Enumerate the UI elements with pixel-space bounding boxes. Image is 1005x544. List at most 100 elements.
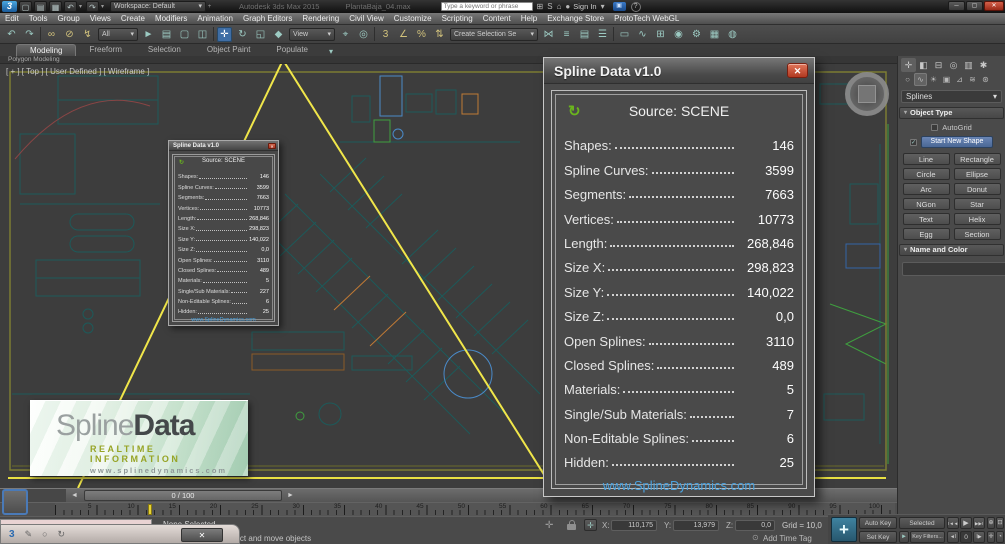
object-type-button[interactable]: Section [954,228,1001,240]
menu-item[interactable]: Views [85,14,116,23]
modify-tab-icon[interactable]: ◧ [916,58,931,72]
object-type-button[interactable]: Helix [954,213,1001,225]
ribbon-tab[interactable]: Object Paint [194,44,264,56]
motion-tab-icon[interactable]: ◎ [946,58,961,72]
create-tab-icon[interactable]: ✛ [901,58,916,72]
percent-snap-icon[interactable]: % [414,27,429,42]
utilities-tab-icon[interactable]: ✱ [976,58,991,72]
mini-website-link[interactable]: www.SplineDynamics.com [178,317,269,323]
name-and-color-rollout[interactable]: ▾ Name and Color [899,244,1004,256]
object-name-field[interactable] [902,262,1005,276]
menu-item[interactable]: Customize [389,14,437,23]
close-button[interactable]: ✕ [984,1,1004,11]
menu-item[interactable]: Rendering [297,14,344,23]
helpers-icon[interactable]: ⊿ [953,73,966,86]
ribbon-tab[interactable]: Modeling [16,44,76,56]
window-crossing-icon[interactable]: ◫ [195,27,210,42]
menu-item[interactable]: Edit [0,14,24,23]
help-icon[interactable]: ? [631,2,641,12]
time-tag-icon[interactable]: ⊙ [752,533,759,542]
dialog-close-icon[interactable]: ✕ [787,63,808,78]
frame-forward-icon[interactable]: ► [287,492,294,499]
infocenter-caret-icon[interactable]: ▾ [601,1,605,12]
mirror-icon[interactable]: ⋈ [541,27,556,42]
current-frame-field[interactable]: 0 [960,531,972,543]
frame-back-icon[interactable]: ◄ [71,492,78,499]
workspace-add-icon[interactable]: + [206,4,213,10]
maximize-button[interactable]: ▢ [966,1,983,11]
menu-item[interactable]: Scripting [437,14,478,23]
zoom-icon[interactable]: ⊕ [987,517,995,529]
ribbon-tab[interactable]: Populate [263,44,321,56]
schematic-view-icon[interactable]: ⊞ [653,27,668,42]
menu-item[interactable]: ProtoTech WebGL [609,14,684,23]
spline-data-dialog[interactable]: Spline Data v1.0 ✕ ↻ Source: SCENE Shape… [543,57,815,497]
scene-explorer-icon[interactable]: ☰ [595,27,610,42]
pen-icon[interactable]: ✎ [25,529,33,540]
object-type-button[interactable]: Donut [954,183,1001,195]
named-selection-dropdown[interactable]: Create Selection Se ▾ [450,28,538,41]
select-link-icon[interactable]: ∞ [44,27,59,42]
undo-icon[interactable]: ↶ [64,1,77,12]
select-move-icon[interactable]: ✛ [217,27,232,42]
systems-icon[interactable]: ⊛ [979,73,992,86]
angle-snap-icon[interactable]: ∠ [396,27,411,42]
x-coordinate-field[interactable]: 110,175 [611,520,657,531]
shapes-icon[interactable]: ∿ [914,73,927,86]
material-editor-icon[interactable]: ◉ [671,27,686,42]
start-new-shape-button[interactable]: Start New Shape [921,136,993,148]
refresh-icon[interactable]: ↻ [179,159,184,166]
select-by-name-icon[interactable]: ▤ [159,27,174,42]
capture-circle-icon[interactable]: ○ [42,529,47,539]
y-coordinate-field[interactable]: 13,979 [673,520,719,531]
unlink-icon[interactable]: ⊘ [62,27,77,42]
user-icon[interactable]: ● [565,1,570,12]
bind-spacewarp-icon[interactable]: ↯ [80,27,95,42]
rendered-frame-icon[interactable]: ▦ [707,27,722,42]
align-icon[interactable]: ≡ [559,27,574,42]
subscription-icon[interactable]: S [547,1,552,12]
transform-gizmo-icon[interactable]: ✛ [545,520,553,531]
menu-item[interactable]: Content [478,14,516,23]
redo-icon[interactable]: ↷ [22,27,37,42]
render-setup-icon[interactable]: ⚙ [689,27,704,42]
set-key-button[interactable]: Set Key [859,531,897,543]
reference-coordsys-dropdown[interactable]: View ▾ [289,28,335,41]
maximize-viewport-icon[interactable]: ⊡ [996,517,1004,529]
create-key-button[interactable]: + [831,517,857,542]
menu-item[interactable]: Group [52,14,84,23]
open-file-icon[interactable]: ▤ [34,1,47,12]
menu-item[interactable]: Graph Editors [238,14,297,23]
autogrid-checkbox[interactable] [931,124,938,131]
curve-editor-icon[interactable]: ∿ [635,27,650,42]
select-placement-icon[interactable]: ◆ [271,27,286,42]
object-type-button[interactable]: Rectangle [954,153,1001,165]
refresh-icon[interactable]: ↻ [568,102,581,120]
key-filters-button[interactable]: Key Filters... [910,531,945,543]
object-type-button[interactable]: Line [903,153,950,165]
viewport-label[interactable]: [ + ] [ Top ] [ User Defined ] [ Wirefra… [6,67,149,76]
object-type-button[interactable]: Circle [903,168,950,180]
communication-center-icon[interactable]: ▣ [613,2,626,11]
go-to-end-icon[interactable]: ▶▶I [973,517,985,529]
object-type-button[interactable]: Ellipse [954,168,1001,180]
add-time-tag[interactable]: Add Time Tag [763,534,812,543]
menu-item[interactable]: Animation [192,14,238,23]
menu-item[interactable]: Tools [24,14,53,23]
go-to-start-icon[interactable]: I◄◄ [947,517,959,529]
mini-dialog-title-bar[interactable]: Spline Data v1.0 [169,141,278,151]
hierarchy-tab-icon[interactable]: ⊟ [931,58,946,72]
selection-lock-icon[interactable] [567,524,576,530]
capture-toolbar[interactable]: 3 ✎ ○ ↻ ✕ [0,524,240,544]
previous-frame-icon[interactable]: ◄I [947,531,959,543]
display-tab-icon[interactable]: ▥ [961,58,976,72]
snaps-toggle-icon[interactable]: 3 [378,27,393,42]
absolute-mode-icon[interactable]: ✛ [584,519,597,531]
pan-icon[interactable]: ✛ [987,531,995,543]
menu-item[interactable]: Civil View [344,14,389,23]
timeline-ruler[interactable]: 5101520253035404550556065707580859095100 [55,503,895,516]
spline-data-mini-dialog[interactable]: Spline Data v1.0 ✕ ↻ Source: SCENE Shape… [168,140,279,326]
menu-item[interactable]: Exchange Store [542,14,609,23]
capture-app-icon[interactable]: 3 [9,529,15,540]
layer-manager-icon[interactable]: ▤ [577,27,592,42]
